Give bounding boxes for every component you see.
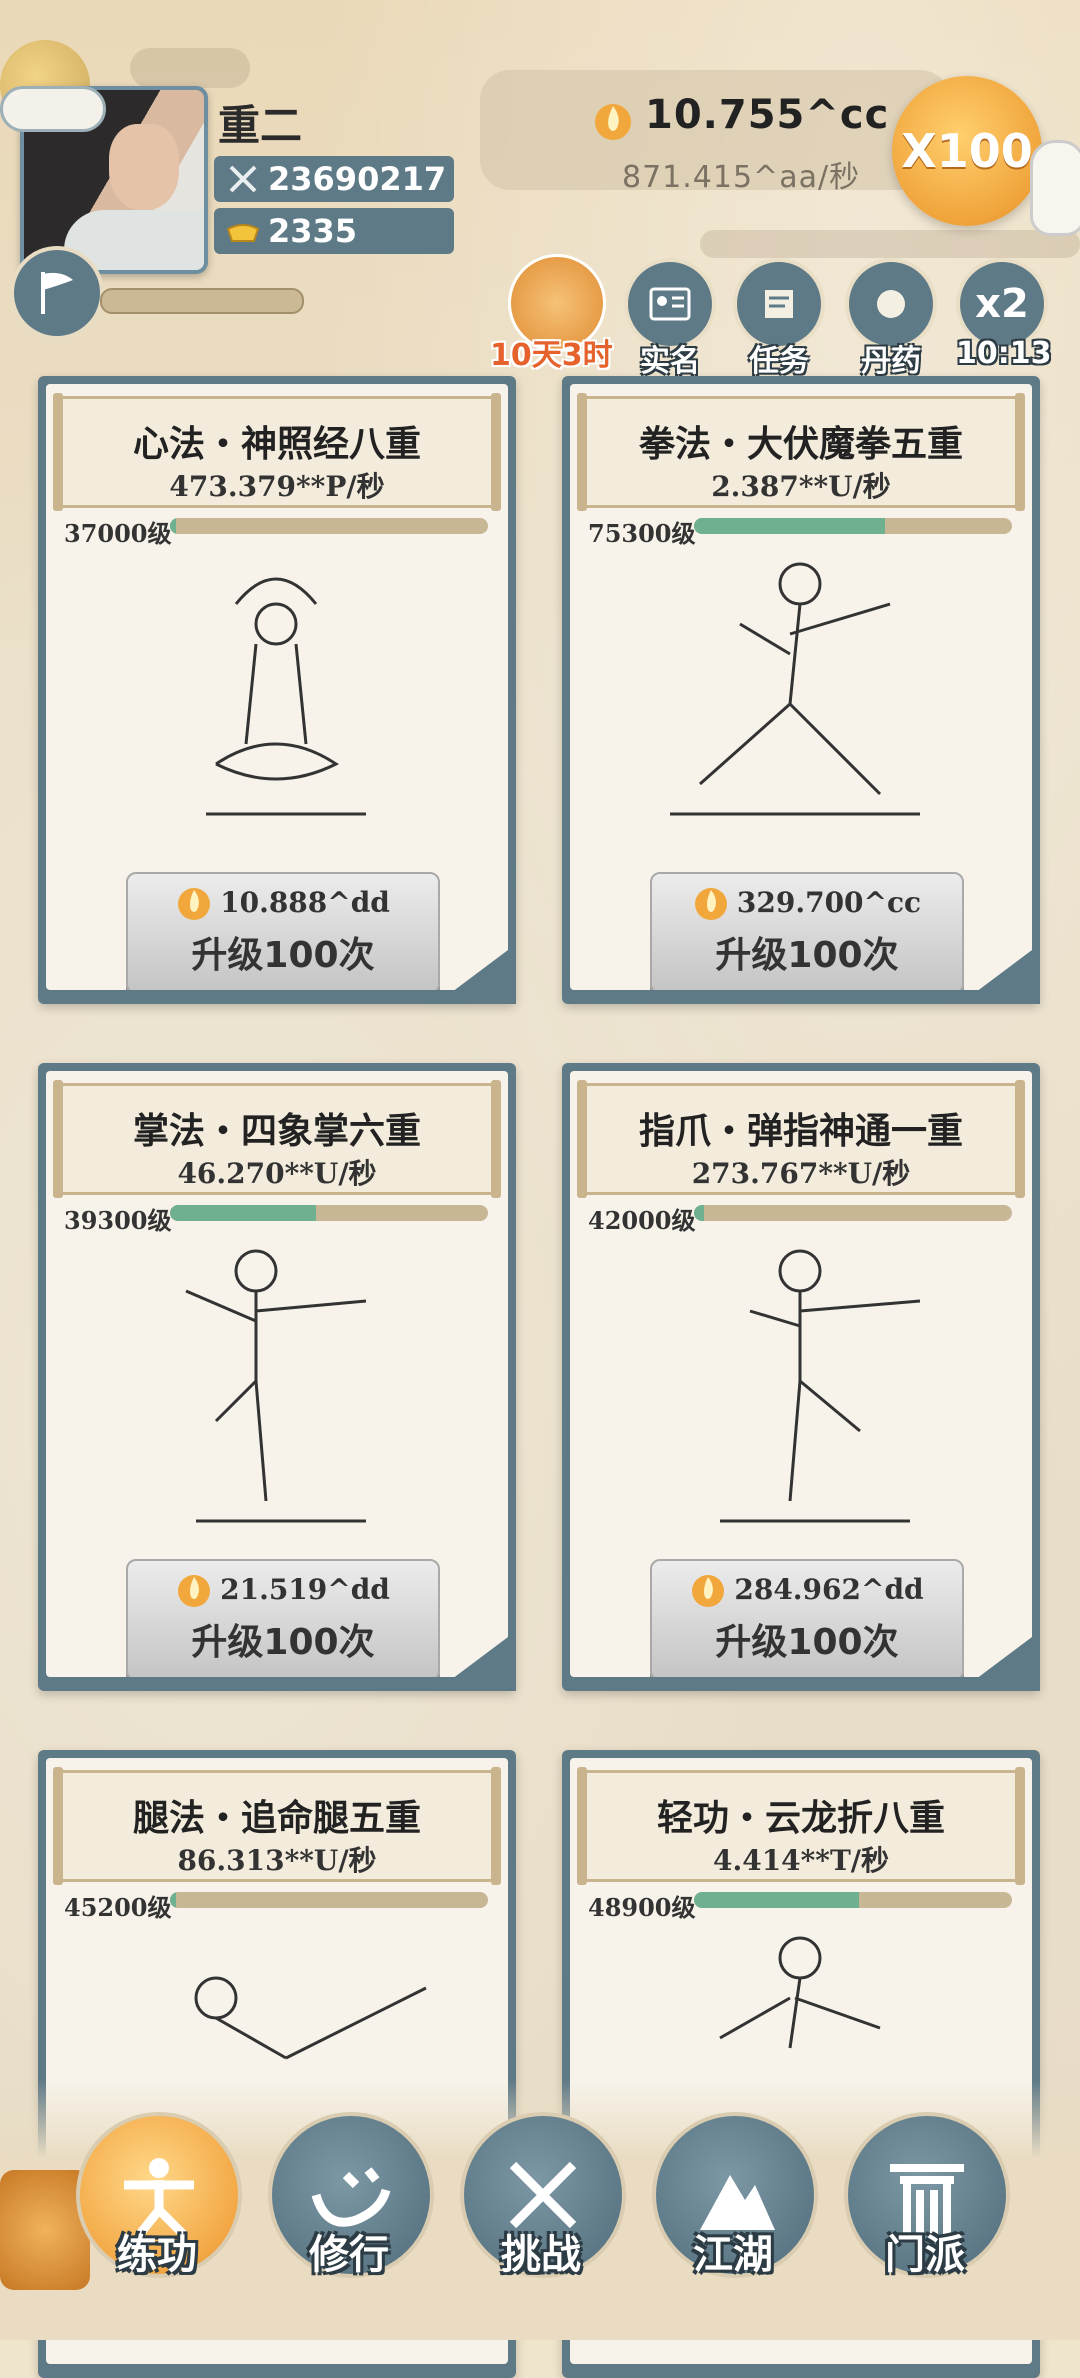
page-fold xyxy=(960,944,1040,1004)
flame-coin-icon xyxy=(178,888,211,920)
skill-title: 轻功・云龙折八重 xyxy=(656,1798,945,1839)
ingot-stat: 2335 xyxy=(214,208,454,254)
nav-sect-label: 门派 xyxy=(885,2232,965,2278)
flame-coin-icon xyxy=(595,104,631,140)
flame-coin-icon xyxy=(692,1575,725,1607)
skill-rate: 2.387**U/秒 xyxy=(711,470,891,503)
skill-card: 指爪・弹指神通一重 273.767**U/秒 42000级 284.962^dd… xyxy=(562,1063,1040,1691)
power-stat: 23690217 xyxy=(214,156,454,202)
flame-coin-icon xyxy=(178,1575,211,1607)
skill-title: 腿法・追命腿五重 xyxy=(132,1798,421,1839)
skill-level-bar xyxy=(170,518,488,534)
skill-level-fill xyxy=(694,518,885,534)
skill-rate: 86.313**U/秒 xyxy=(177,1844,377,1877)
fist-stance-figure-illustration xyxy=(670,562,920,816)
skill-title-scroll: 轻功・云龙折八重 4.414**T/秒 xyxy=(577,1767,1025,1885)
mooncake-event-timer: 10天3时 xyxy=(490,338,613,373)
nav-sect[interactable]: 门派 xyxy=(844,2112,1010,2278)
skill-card: 心法・神照经八重 473.379**P/秒 37000级 10.888^dd 升… xyxy=(38,376,516,1004)
nav-challenge[interactable]: 挑战 xyxy=(460,2112,626,2278)
upgrade-label: 升级100次 xyxy=(715,1622,899,1663)
skill-title: 掌法・四象掌六重 xyxy=(132,1111,421,1152)
nav-jianghu-label: 江湖 xyxy=(693,2232,773,2278)
palm-figure-illustration xyxy=(185,1249,367,1523)
upgrade-cost: 329.700^cc xyxy=(736,885,922,919)
skill-title-scroll: 腿法・追命腿五重 86.313**U/秒 xyxy=(53,1767,501,1885)
gold-ingot-icon xyxy=(226,216,260,246)
meditation-figure-illustration xyxy=(206,577,366,816)
upgrade-label: 升级100次 xyxy=(191,935,375,976)
skill-title-scroll: 掌法・四象掌六重 46.270**U/秒 xyxy=(53,1080,501,1198)
id-card-icon xyxy=(649,287,691,321)
skill-title: 拳法・大伏魔拳五重 xyxy=(638,424,963,465)
skill-level-bar xyxy=(170,1205,488,1221)
upgrade-label: 升级100次 xyxy=(715,935,899,976)
skill-level-fill xyxy=(170,1205,317,1221)
flag-icon xyxy=(41,272,73,314)
real-name-label: 实名 xyxy=(640,344,700,379)
cloud-decoration xyxy=(0,86,106,132)
tasks-button[interactable]: 任务 xyxy=(733,258,825,380)
upgrade-cost: 10.888^dd xyxy=(220,885,390,919)
nav-challenge-label: 挑战 xyxy=(501,2232,581,2278)
multiplier-button[interactable]: X100 xyxy=(892,76,1042,226)
real-name-button[interactable]: 实名 xyxy=(624,258,716,380)
skill-rate: 473.379**P/秒 xyxy=(169,470,385,503)
currency-rate: 871.415^aa/秒 xyxy=(622,160,861,195)
upgrade-cost: 284.962^dd xyxy=(734,1572,924,1606)
scroll-icon xyxy=(765,290,793,318)
skill-title-scroll: 心法・神照经八重 473.379**P/秒 xyxy=(53,393,501,511)
player-name: 重二 xyxy=(218,101,303,150)
skill-title: 心法・神照经八重 xyxy=(132,424,421,465)
skill-level-bar xyxy=(694,1205,1012,1221)
pill-icon xyxy=(877,290,905,318)
progress-bar xyxy=(100,288,304,314)
skill-card: 拳法・大伏魔拳五重 2.387**U/秒 75300级 329.700^cc 升… xyxy=(562,376,1040,1004)
skill-level-fill xyxy=(694,1205,704,1221)
skill-title: 指爪・弹指神通一重 xyxy=(638,1111,963,1152)
double-speed-button[interactable]: x2 10:13 xyxy=(956,258,1052,371)
page-fold xyxy=(960,1631,1040,1691)
page-fold xyxy=(436,1631,516,1691)
skill-level-fill xyxy=(694,1892,860,1908)
ingot-value: 2335 xyxy=(268,212,358,250)
skill-title-scroll: 指爪・弹指神通一重 273.767**U/秒 xyxy=(577,1080,1025,1198)
upgrade-cost: 21.519^dd xyxy=(220,1572,390,1606)
cloud-band xyxy=(700,230,1080,258)
upgrade-button[interactable]: 284.962^dd 升级100次 xyxy=(650,1559,964,1677)
rabbit-decoration xyxy=(1030,140,1080,236)
skill-rate: 273.767**U/秒 xyxy=(691,1157,911,1190)
skill-level-bar xyxy=(694,518,1012,534)
crossed-swords-icon xyxy=(226,164,260,194)
flame-coin-icon xyxy=(694,888,727,920)
cloud-band xyxy=(130,48,250,88)
flag-button[interactable] xyxy=(10,246,104,340)
skill-rate: 46.270**U/秒 xyxy=(177,1157,377,1190)
tasks-label: 任务 xyxy=(749,344,809,379)
power-value: 23690217 xyxy=(268,160,447,198)
page-fold xyxy=(436,944,516,1004)
skill-rate: 4.414**T/秒 xyxy=(712,1844,890,1877)
skill-card: 掌法・四象掌六重 46.270**U/秒 39300级 21.519^dd 升级… xyxy=(38,1063,516,1691)
upgrade-button[interactable]: 10.888^dd 升级100次 xyxy=(126,872,440,990)
elixir-button[interactable]: 丹药 xyxy=(845,258,937,380)
skill-level-bar xyxy=(170,1892,488,1908)
nav-practice[interactable]: 练功 xyxy=(76,2112,242,2278)
upgrade-label: 升级100次 xyxy=(191,1622,375,1663)
nav-practice-label: 练功 xyxy=(117,2232,197,2278)
currency-amount: 10.755^cc xyxy=(645,92,890,138)
skill-title-scroll: 拳法・大伏魔拳五重 2.387**U/秒 xyxy=(577,393,1025,511)
nav-cultivate[interactable]: 修行 xyxy=(268,2112,434,2278)
nav-jianghu[interactable]: 江湖 xyxy=(652,2112,818,2278)
upgrade-button[interactable]: 329.700^cc 升级100次 xyxy=(650,872,964,990)
double-speed-timer: 10:13 xyxy=(956,336,1052,371)
nav-cultivate-label: 修行 xyxy=(309,2232,389,2278)
elixir-label: 丹药 xyxy=(861,344,921,379)
upgrade-button[interactable]: 21.519^dd 升级100次 xyxy=(126,1559,440,1677)
finger-strike-figure-illustration xyxy=(720,1249,921,1523)
skill-level-bar xyxy=(694,1892,1012,1908)
